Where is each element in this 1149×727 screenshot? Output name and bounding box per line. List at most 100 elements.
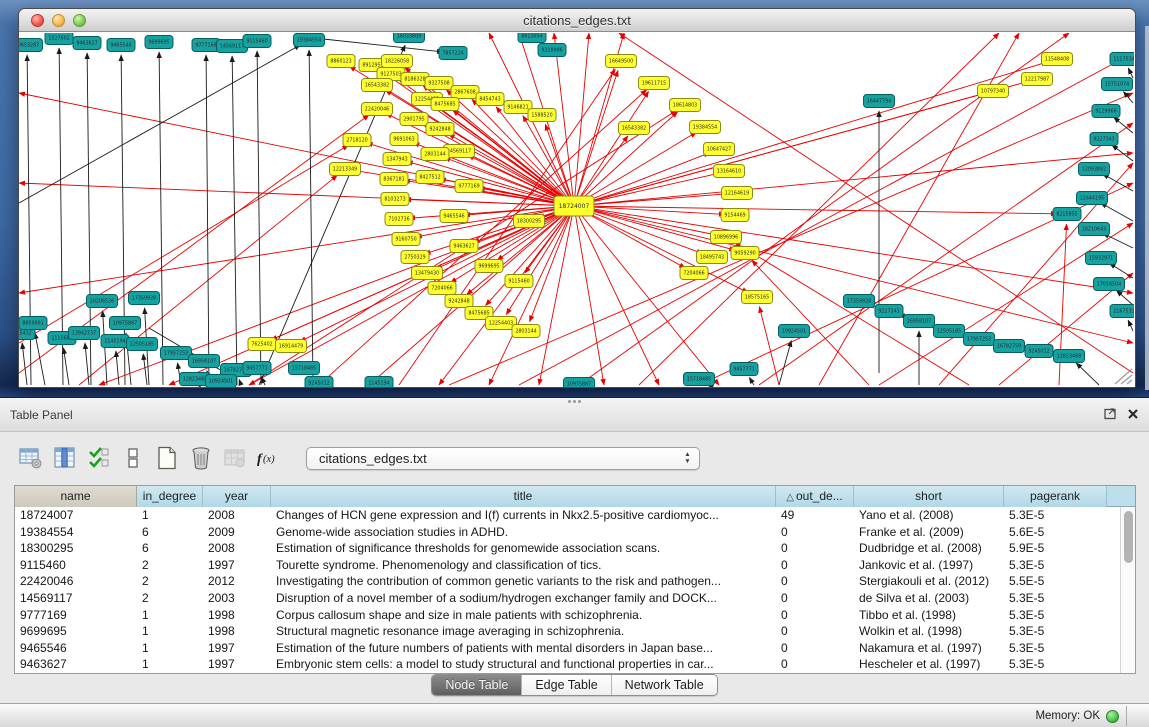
graph-edge[interactable] xyxy=(309,50,313,385)
graph-node[interactable]: 13479430 xyxy=(412,267,443,280)
graph-node[interactable]: 9227343 xyxy=(875,305,903,318)
graph-edge[interactable] xyxy=(239,379,241,385)
graph-node[interactable]: 12823468 xyxy=(1054,350,1085,363)
graph-node[interactable]: 9245012 xyxy=(1025,345,1053,358)
close-panel-icon[interactable] xyxy=(1127,408,1139,420)
graph-edge-directed[interactable] xyxy=(519,53,1133,385)
graph-node[interactable]: 2718120 xyxy=(343,134,371,147)
graph-edge-directed[interactable] xyxy=(19,206,574,293)
graph-node[interactable]: 16543382 xyxy=(362,79,393,92)
table-row[interactable]: 946362711997Embryonic stem cells: a mode… xyxy=(15,656,1120,673)
window-titlebar[interactable]: citations_edges.txt xyxy=(19,9,1135,32)
network-canvas[interactable]: 1872400710653287152760294636279465546969… xyxy=(19,33,1135,387)
graph-edge-directed[interactable] xyxy=(574,153,1133,206)
tab-node-table[interactable]: Node Table xyxy=(432,675,522,695)
graph-node[interactable]: 18226058 xyxy=(382,55,413,68)
table-row[interactable]: 1938455462009Genome-wide association stu… xyxy=(15,524,1120,541)
graph-node[interactable]: 16958107 xyxy=(904,315,935,328)
function-builder-icon[interactable]: f(x) xyxy=(256,445,282,471)
graph-edge-directed[interactable] xyxy=(19,183,574,206)
graph-node[interactable]: 9777169 xyxy=(455,180,483,193)
graph-node[interactable]: 9463627 xyxy=(73,37,101,50)
graph-edge-directed[interactable] xyxy=(759,307,779,385)
column-header-short[interactable]: short xyxy=(854,486,1004,507)
tab-network-table[interactable]: Network Table xyxy=(612,675,717,695)
graph-edge[interactable] xyxy=(1128,68,1133,78)
network-view-window[interactable]: citations_edges.txt 18724007106532871527… xyxy=(18,8,1136,388)
table-row[interactable]: 946554611997Estimation of the future num… xyxy=(15,640,1120,657)
graph-node[interactable]: 9457771 xyxy=(730,363,758,376)
table-row[interactable]: 911546021997Tourette syndrome. Phenomeno… xyxy=(15,557,1120,574)
graph-edge-directed[interactable] xyxy=(574,206,735,250)
graph-node[interactable]: 7857224 xyxy=(439,47,467,60)
graph-node[interactable]: 20206536 xyxy=(87,295,118,308)
graph-node[interactable]: 16914479 xyxy=(276,340,307,353)
graph-edge[interactable] xyxy=(257,51,261,385)
graph-edge-directed[interactable] xyxy=(19,93,574,206)
graph-node[interactable]: 8367181 xyxy=(380,173,408,186)
graph-node[interactable]: 15718485 xyxy=(684,373,715,386)
table-mode-icon[interactable] xyxy=(18,445,44,471)
graph-edge[interactable] xyxy=(206,55,209,385)
graph-node[interactable]: 18300295 xyxy=(514,215,545,228)
graph-node[interactable]: 2901795 xyxy=(400,113,428,126)
graph-edge[interactable] xyxy=(143,354,147,385)
graph-node[interactable]: 17957253 xyxy=(964,333,995,346)
graph-node[interactable]: 7204066 xyxy=(428,282,456,295)
graph-node[interactable]: 1347943 xyxy=(383,153,411,166)
table-row[interactable]: 2242004622012Investigating the contribut… xyxy=(15,573,1120,590)
graph-node[interactable]: 18614803 xyxy=(670,99,701,112)
show-columns-icon[interactable] xyxy=(52,445,78,471)
graph-node[interactable]: 16782759 xyxy=(994,340,1025,353)
graph-node[interactable]: 15751074 xyxy=(1102,78,1133,91)
graph-node[interactable]: 17957253 xyxy=(161,347,192,360)
graph-edge-directed[interactable] xyxy=(554,33,574,206)
graph-edge[interactable] xyxy=(232,56,237,385)
graph-node[interactable]: 8215955 xyxy=(1053,208,1081,221)
graph-node[interactable]: 9242848 xyxy=(445,295,473,308)
graph-node[interactable]: 7625402 xyxy=(248,338,276,351)
graph-node[interactable]: 10797340 xyxy=(978,85,1009,98)
graph-node[interactable]: 19384554 xyxy=(294,34,325,47)
graph-edge-directed[interactable] xyxy=(735,242,969,385)
graph-edge[interactable] xyxy=(22,343,27,385)
graph-node[interactable]: 9154469 xyxy=(721,209,749,222)
graph-node[interactable]: 1145194 xyxy=(365,377,393,389)
table-scrollbar[interactable] xyxy=(1120,507,1135,673)
graph-node[interactable]: 17359928 xyxy=(129,292,160,305)
graph-edge[interactable] xyxy=(1128,320,1133,331)
graph-node[interactable]: 1167531 xyxy=(1110,305,1134,318)
graph-node[interactable]: 9160750 xyxy=(392,233,420,246)
graph-node[interactable]: 16033809 xyxy=(394,33,425,43)
column-header-title[interactable]: title xyxy=(271,486,776,507)
graph-edge[interactable] xyxy=(35,333,45,385)
graph-node[interactable]: 2750329 xyxy=(401,251,429,264)
zoom-window-button[interactable] xyxy=(73,14,86,27)
graph-node[interactable]: 9115460 xyxy=(243,35,271,48)
graph-node[interactable]: 2803144 xyxy=(421,148,449,161)
graph-node[interactable]: 9465546 xyxy=(440,210,468,223)
column-header-pagerank[interactable]: pagerank xyxy=(1004,486,1107,507)
graph-node[interactable]: 8103273 xyxy=(381,193,409,206)
graph-node[interactable]: 10647427 xyxy=(704,143,735,156)
graph-node[interactable]: 12164619 xyxy=(722,187,753,200)
graph-node[interactable]: 18575165 xyxy=(742,291,773,304)
graph-node-hub[interactable]: 18724007 xyxy=(554,196,594,216)
graph-node[interactable]: 19611715 xyxy=(639,77,670,90)
graph-node[interactable]: 9691063 xyxy=(390,133,418,146)
graph-node[interactable]: 9242848 xyxy=(426,123,454,136)
graph-node[interactable]: 22420046 xyxy=(362,103,393,116)
graph-node[interactable]: 12213349 xyxy=(330,163,361,176)
graph-node[interactable]: 10924501 xyxy=(779,325,810,338)
column-header-year[interactable]: year xyxy=(203,486,271,507)
network-graph[interactable]: 1872400710653287152760294636279465546969… xyxy=(19,33,1134,388)
delete-column-icon[interactable] xyxy=(188,445,214,471)
graph-node[interactable]: 10924501 xyxy=(206,375,237,388)
graph-edge-directed[interactable] xyxy=(169,206,574,385)
graph-node[interactable]: 7102736 xyxy=(385,213,413,226)
graph-edge-directed[interactable] xyxy=(574,206,1133,293)
graph-node[interactable]: 10975887 xyxy=(110,317,141,330)
graph-node[interactable]: 8475685 xyxy=(431,98,459,111)
graph-node[interactable]: 9699695 xyxy=(145,36,173,49)
graph-node[interactable]: 16543382 xyxy=(619,122,650,135)
